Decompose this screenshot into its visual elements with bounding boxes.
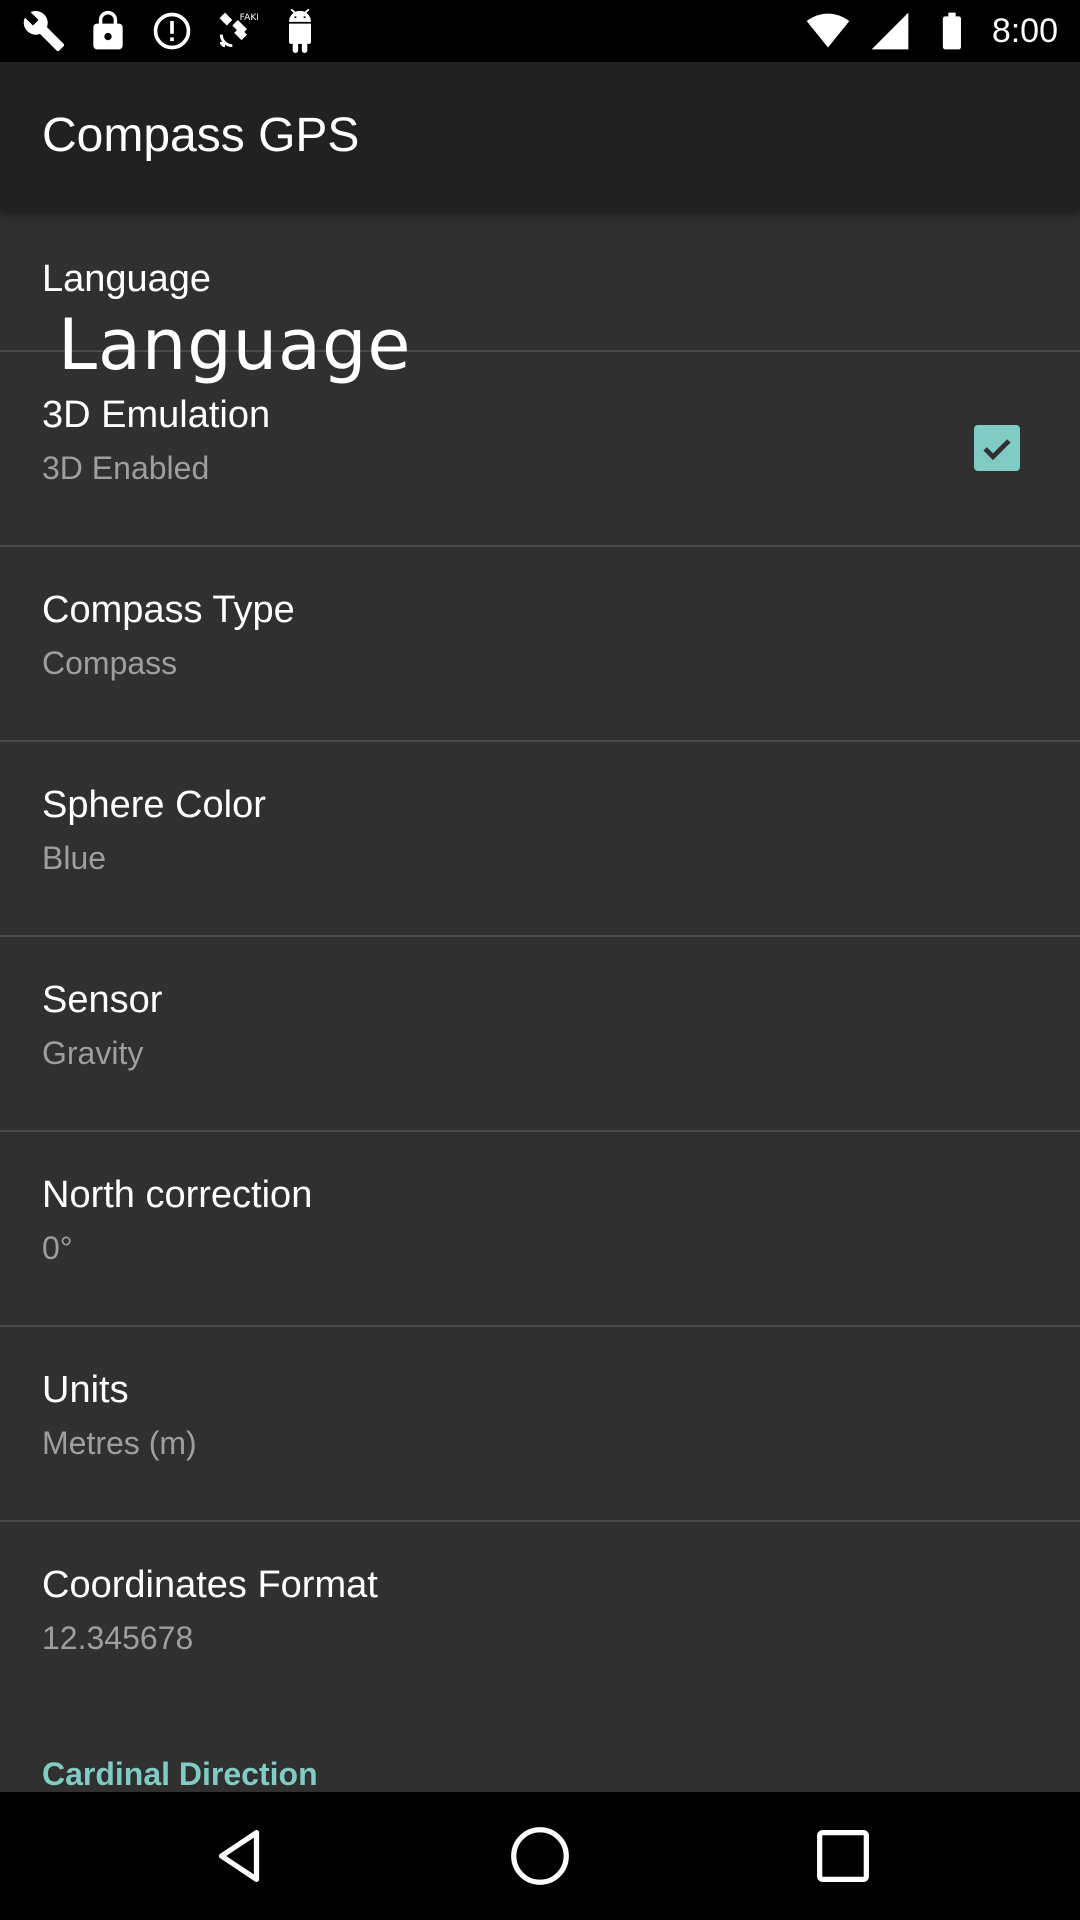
recents-button[interactable] [808, 1821, 878, 1891]
pref-title: Sphere Color [42, 784, 266, 826]
pref-summary: Compass [42, 645, 178, 681]
pref-summary: 3D Enabled [42, 450, 210, 486]
pref-title: Units [42, 1369, 129, 1411]
app-title: Compass GPS [42, 109, 360, 162]
pref-3d-emulation[interactable]: 3D Emulation 3D Enabled [0, 352, 1080, 547]
status-system-icons: 8:00 [806, 0, 1058, 62]
pref-north-correction[interactable]: North correction 0° [0, 1132, 1080, 1327]
home-icon [511, 1827, 569, 1885]
pref-summary: 12.345678 [42, 1620, 194, 1656]
pref-summary: Gravity [42, 1035, 144, 1071]
wifi-icon [806, 13, 850, 48]
screen: FAKE 8:00 Compass GPS Language Languag [0, 0, 1080, 1920]
wrench-icon [23, 11, 65, 52]
pref-title: Coordinates Format [42, 1564, 378, 1606]
status-bar: FAKE 8:00 [0, 0, 1080, 62]
pref-sphere-color[interactable]: Sphere Color Blue [0, 742, 1080, 937]
recents-icon [817, 1830, 869, 1882]
pref-title: North correction [42, 1174, 313, 1216]
status-notification-icons: FAKE [22, 0, 322, 62]
svg-text:FAKE: FAKE [240, 12, 258, 23]
pref-compass-type[interactable]: Compass Type Compass [0, 547, 1080, 742]
pref-summary: 0° [42, 1230, 73, 1266]
back-button[interactable] [204, 1821, 274, 1891]
lock-icon [93, 10, 123, 50]
pref-title: 3D Emulation [42, 394, 271, 436]
home-button[interactable] [505, 1821, 575, 1891]
category-cardinal-direction: Cardinal Direction [42, 1756, 318, 1792]
pref-summary: Blue [42, 840, 107, 876]
status-time: 8:00 [991, 11, 1058, 50]
android-icon [289, 9, 311, 53]
fake-gps-satellite-icon: FAKE [219, 12, 258, 48]
pref-title: Language [42, 258, 212, 300]
pref-title: Compass Type [42, 589, 295, 631]
checkmark-icon [983, 439, 1011, 461]
pref-units[interactable]: Units Metres (m) [0, 1327, 1080, 1522]
pref-language[interactable]: Language Language [0, 210, 1080, 380]
alert-icon [153, 12, 191, 50]
settings-list[interactable]: Language Language 3D Emulation 3D Enable… [0, 210, 1080, 1792]
back-icon [218, 1830, 260, 1882]
battery-icon [942, 12, 961, 50]
pref-sensor[interactable]: Sensor Gravity [0, 937, 1080, 1132]
app-bar: Compass GPS [0, 62, 1080, 210]
navigation-bar [0, 1792, 1080, 1920]
cellular-icon [871, 12, 909, 50]
pref-title: Sensor [42, 979, 163, 1021]
pref-coordinates-format[interactable]: Coordinates Format 12.345678 [0, 1522, 1080, 1715]
3d-enabled-checkbox[interactable] [974, 425, 1020, 471]
pref-summary: Metres (m) [42, 1425, 197, 1461]
